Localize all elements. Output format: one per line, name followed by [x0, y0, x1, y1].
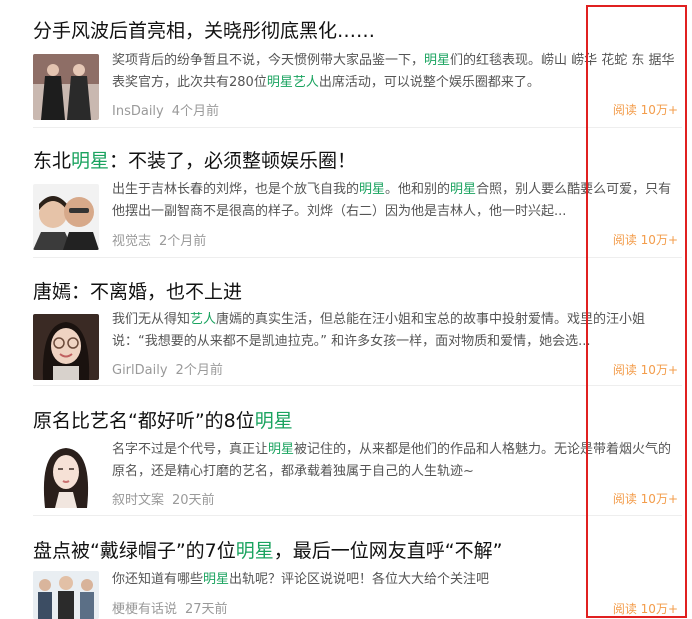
article-meta: GirlDaily 2个月前 — [112, 359, 223, 378]
source-name[interactable]: 梗梗有话说 — [112, 602, 177, 617]
photo-group-men — [33, 571, 99, 619]
article-meta: 叙时文案 20天前 — [112, 489, 215, 508]
publish-time: 27天前 — [185, 602, 228, 617]
publish-time: 4个月前 — [171, 104, 220, 119]
article-thumbnail[interactable] — [33, 54, 99, 120]
photo-two-faces — [33, 184, 99, 250]
article-snippet: 出生于吉林长春的刘烨，也是个放飞自我的明星。他和别的明星合照，别人要么酷要么可爱… — [112, 182, 672, 219]
photo-two-women — [33, 54, 99, 120]
article-list: 分手风波后首亮相，关晓彤彻底黑化…… 奖项背后的纷争暂且不说，今天惯例带大家品鉴… — [0, 0, 692, 619]
article-thumbnail[interactable] — [33, 442, 99, 508]
article-snippet: 名字不过是个代号，真正让明星被记住的，从来都是他们的作品和人格魅力。无论是带着烟… — [112, 442, 672, 479]
article-thumbnail[interactable] — [33, 571, 99, 619]
list-item[interactable]: 唐嫣：不离婚，也不上进 我们无从得知艺人唐嫣的真实生活，但总能在汪小姐和宝总的故… — [0, 258, 692, 386]
source-name[interactable]: GirlDaily — [112, 363, 168, 378]
list-item[interactable]: 东北明星：不装了，必须整顿娱乐圈！ 出生于吉林长春的刘烨，也是个放飞自我的明星。… — [0, 128, 692, 258]
list-item[interactable]: 原名比艺名“都好听”的8位明星 名字不过是个代号，真正让明星被记住的，从来都是他… — [0, 386, 692, 516]
illustration-woman — [33, 442, 99, 508]
article-thumbnail[interactable] — [33, 184, 99, 250]
photo-woman-glasses — [33, 314, 99, 380]
article-meta: 梗梗有话说 27天前 — [112, 598, 228, 617]
publish-time: 2个月前 — [175, 363, 223, 378]
article-title[interactable]: 东北明星：不装了，必须整顿娱乐圈！ — [33, 148, 356, 174]
list-item[interactable]: 盘点被“戴绿帽子”的7位明星，最后一位网友直呼“不解” 你还知道有哪些明星出轨呢… — [0, 516, 692, 619]
article-snippet: 你还知道有哪些明星出轨呢？评论区说说吧！各位大大给个关注吧 — [112, 572, 490, 587]
article-meta: InsDaily 4个月前 — [112, 100, 219, 119]
article-title[interactable]: 原名比艺名“都好听”的8位明星 — [33, 408, 293, 434]
article-title[interactable]: 唐嫣：不离婚，也不上进 — [33, 279, 242, 305]
article-meta: 视觉志 2个月前 — [112, 230, 206, 249]
article-title[interactable]: 分手风波后首亮相，关晓彤彻底黑化…… — [33, 18, 375, 44]
article-snippet: 我们无从得知艺人唐嫣的真实生活，但总能在汪小姐和宝总的故事中投射爱情。戏里的汪小… — [112, 312, 646, 349]
source-name[interactable]: 叙时文案 — [112, 493, 164, 508]
article-thumbnail[interactable] — [33, 314, 99, 380]
source-name[interactable]: InsDaily — [112, 104, 164, 119]
read-count: 阅读 10万+ — [612, 233, 678, 247]
read-count: 阅读 10万+ — [612, 492, 678, 506]
article-snippet: 奖项背后的纷争暂且不说，今天惯例带大家品鉴一下，明星们的红毯表现。崂山 崂华 花… — [112, 53, 675, 90]
publish-time: 20天前 — [172, 493, 215, 508]
read-count: 阅读 10万+ — [612, 602, 678, 616]
list-item[interactable]: 分手风波后首亮相，关晓彤彻底黑化…… 奖项背后的纷争暂且不说，今天惯例带大家品鉴… — [0, 0, 692, 128]
publish-time: 2个月前 — [159, 234, 207, 249]
source-name[interactable]: 视觉志 — [112, 234, 151, 249]
read-count: 阅读 10万+ — [612, 363, 678, 377]
article-title[interactable]: 盘点被“戴绿帽子”的7位明星，最后一位网友直呼“不解” — [33, 538, 502, 564]
read-count: 阅读 10万+ — [612, 103, 678, 117]
